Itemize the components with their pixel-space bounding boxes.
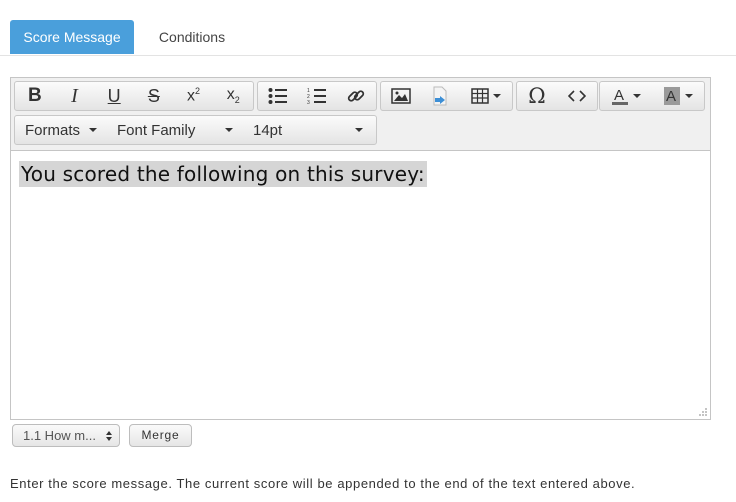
- svg-text:3: 3: [307, 100, 310, 105]
- chevron-down-icon: [685, 94, 693, 98]
- insert-file-button[interactable]: [420, 82, 459, 110]
- source-code-button[interactable]: [557, 82, 597, 110]
- background-color-button[interactable]: A: [652, 82, 704, 110]
- merge-field-select[interactable]: 1.1 How m...: [12, 424, 120, 447]
- editor-toolbar: B I U S x2 x2 1 2 3 Ω A A Formats Font F…: [11, 78, 710, 151]
- table-button[interactable]: [460, 82, 512, 110]
- chevron-down-icon: [633, 94, 641, 98]
- background-color-icon: A: [664, 87, 680, 105]
- text-style-group: B I U S x2 x2: [14, 81, 254, 111]
- editor-content-area[interactable]: You scored the following on this survey:: [11, 151, 710, 419]
- formats-dropdown[interactable]: Formats: [15, 116, 107, 144]
- italic-icon: I: [71, 84, 78, 107]
- italic-button[interactable]: I: [55, 82, 95, 110]
- superscript-icon: x2: [187, 86, 201, 105]
- tab-conditions[interactable]: Conditions: [146, 20, 238, 54]
- chevron-down-icon: [225, 128, 233, 132]
- font-family-dropdown[interactable]: Font Family: [107, 116, 243, 144]
- select-arrows-icon: [106, 431, 112, 441]
- chevron-down-icon: [492, 94, 501, 98]
- file-icon: [433, 86, 447, 106]
- text-color-button[interactable]: A: [600, 82, 652, 110]
- table-icon: [471, 88, 489, 104]
- color-group: A A: [599, 81, 705, 111]
- image-icon: [390, 88, 411, 104]
- font-family-label: Font Family: [117, 121, 196, 139]
- help-text: Enter the score message. The current sco…: [10, 476, 636, 491]
- underline-button[interactable]: U: [94, 82, 134, 110]
- formats-label: Formats: [25, 121, 81, 139]
- chevron-down-icon: [89, 128, 97, 132]
- insert-image-button[interactable]: [381, 82, 420, 110]
- font-size-label: 14pt: [253, 121, 283, 139]
- resize-handle-icon[interactable]: [698, 407, 708, 417]
- bullet-list-icon: [268, 88, 287, 104]
- merge-button[interactable]: Merge: [129, 424, 192, 447]
- score-message-text[interactable]: You scored the following on this survey:: [19, 161, 427, 187]
- svg-text:A: A: [666, 88, 676, 105]
- tab-bar: Score Message Conditions: [0, 0, 736, 56]
- code-icon: [568, 90, 586, 102]
- list-link-group: 1 2 3: [257, 81, 377, 111]
- font-size-dropdown[interactable]: 14pt: [243, 116, 373, 144]
- strikethrough-button[interactable]: S: [134, 82, 174, 110]
- numbered-list-button[interactable]: 1 2 3: [297, 82, 336, 110]
- omega-icon: Ω: [528, 84, 546, 108]
- bold-button[interactable]: B: [15, 82, 55, 110]
- subscript-icon: x2: [226, 86, 240, 106]
- svg-text:A: A: [614, 87, 624, 104]
- bullet-list-button[interactable]: [258, 82, 297, 110]
- superscript-button[interactable]: x2: [174, 82, 214, 110]
- link-icon: [348, 90, 365, 102]
- subscript-button[interactable]: x2: [213, 82, 253, 110]
- special-code-group: Ω: [516, 81, 598, 111]
- strikethrough-icon: S: [147, 85, 160, 106]
- merge-field-value: 1.1 How m...: [23, 428, 96, 443]
- link-button[interactable]: [337, 82, 376, 110]
- text-color-icon: A: [612, 87, 628, 105]
- rich-text-editor: B I U S x2 x2 1 2 3 Ω A A Formats Font F…: [10, 77, 711, 420]
- underline-icon: U: [107, 85, 121, 106]
- chevron-down-icon: [355, 128, 363, 132]
- numbered-list-icon: 1 2 3: [307, 88, 326, 105]
- tab-score-message[interactable]: Score Message: [10, 20, 134, 54]
- bold-icon: B: [27, 85, 42, 106]
- insert-group: [380, 81, 513, 111]
- special-character-button[interactable]: Ω: [517, 82, 557, 110]
- format-dropdown-group: Formats Font Family 14pt: [14, 115, 377, 145]
